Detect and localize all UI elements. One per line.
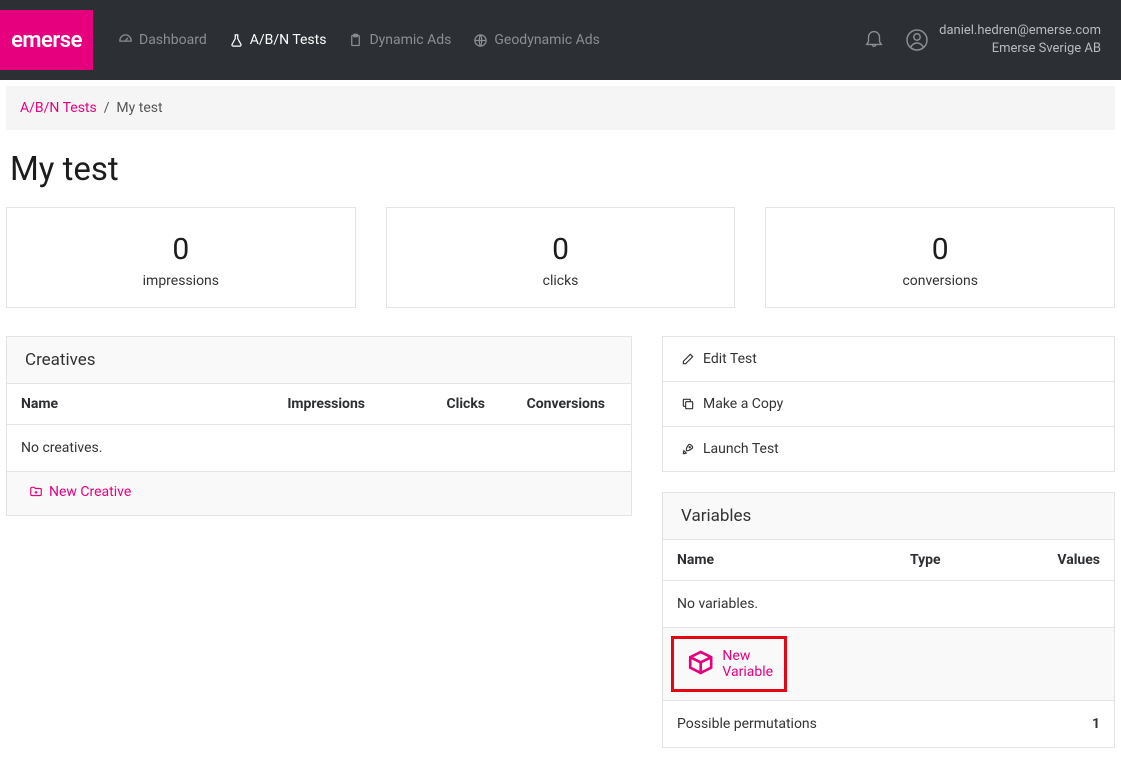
variables-table-head: Name Type Values	[663, 540, 1114, 581]
th-var-values: Values	[1030, 552, 1100, 568]
creatives-title: Creatives	[7, 337, 631, 384]
stat-conversions: 0 conversions	[765, 207, 1115, 308]
permutations-label: Possible permutations	[677, 716, 817, 732]
user-menu[interactable]: daniel.hedren@emerse.com Emerse Sverige …	[905, 22, 1101, 57]
flask-icon	[229, 33, 244, 48]
folder-plus-icon	[29, 485, 43, 499]
user-org: Emerse Sverige AB	[939, 40, 1101, 58]
launch-test-button[interactable]: Launch Test	[663, 427, 1114, 471]
new-variable-label: New Variable	[722, 648, 773, 680]
clipboard-icon	[348, 33, 363, 48]
gauge-icon	[118, 33, 133, 48]
breadcrumb: A/B/N Tests / My test	[6, 86, 1115, 130]
user-email: daniel.hedren@emerse.com	[939, 22, 1101, 40]
stat-value: 0	[397, 232, 725, 267]
bell-icon	[863, 27, 885, 49]
th-var-name: Name	[677, 552, 910, 568]
brand-logo[interactable]: emerse	[0, 10, 93, 70]
creatives-card: Creatives Name Impressions Clicks Conver…	[6, 336, 632, 516]
nav-dynamic-ads[interactable]: Dynamic Ads	[348, 32, 451, 48]
user-icon	[905, 28, 929, 52]
nav-label: Dashboard	[139, 32, 207, 48]
action-label: Make a Copy	[703, 396, 783, 412]
creatives-footer: New Creative	[7, 472, 631, 515]
variables-title: Variables	[663, 493, 1114, 540]
cube-plus-icon	[685, 648, 716, 679]
creatives-empty: No creatives.	[7, 425, 631, 472]
topbar-right: daniel.hedren@emerse.com Emerse Sverige …	[863, 22, 1101, 57]
breadcrumb-root[interactable]: A/B/N Tests	[20, 100, 97, 116]
notifications-button[interactable]	[863, 27, 885, 53]
stat-clicks: 0 clicks	[386, 207, 736, 308]
nav-label: Geodynamic Ads	[494, 32, 600, 48]
stat-label: clicks	[397, 273, 725, 289]
pencil-icon	[681, 352, 695, 366]
globe-icon	[473, 33, 488, 48]
breadcrumb-current: My test	[116, 100, 162, 116]
brand-text: emerse	[11, 28, 82, 53]
th-impressions: Impressions	[257, 396, 377, 412]
nav-abn-tests[interactable]: A/B/N Tests	[229, 32, 327, 48]
make-copy-button[interactable]: Make a Copy	[663, 382, 1114, 427]
topbar: emerse Dashboard A/B/N Tests Dynamic Ads…	[0, 0, 1121, 80]
th-clicks: Clicks	[377, 396, 497, 412]
nav-label: Dynamic Ads	[369, 32, 451, 48]
th-name: Name	[21, 396, 257, 412]
stat-impressions: 0 impressions	[6, 207, 356, 308]
stat-label: impressions	[17, 273, 345, 289]
nav-geodynamic-ads[interactable]: Geodynamic Ads	[473, 32, 600, 48]
breadcrumb-sep: /	[104, 100, 110, 116]
edit-test-button[interactable]: Edit Test	[663, 337, 1114, 382]
new-variable-button[interactable]: New Variable	[671, 636, 787, 692]
creatives-table-head: Name Impressions Clicks Conversions	[7, 384, 631, 425]
variables-footer: New Variable	[663, 628, 1114, 700]
stats-row: 0 impressions 0 clicks 0 conversions	[6, 207, 1115, 308]
page-title: My test	[6, 130, 1115, 207]
user-info: daniel.hedren@emerse.com Emerse Sverige …	[939, 22, 1101, 57]
variables-card: Variables Name Type Values No variables.…	[662, 492, 1115, 748]
page-content: A/B/N Tests / My test My test 0 impressi…	[0, 80, 1121, 774]
action-label: Launch Test	[703, 441, 779, 457]
new-creative-button[interactable]: New Creative	[29, 484, 131, 500]
copy-icon	[681, 397, 695, 411]
permutations-value: 1	[1092, 716, 1100, 732]
stat-value: 0	[17, 232, 345, 267]
left-column: Creatives Name Impressions Clicks Conver…	[6, 336, 632, 536]
main-nav: Dashboard A/B/N Tests Dynamic Ads Geodyn…	[118, 32, 600, 48]
action-label: Edit Test	[703, 351, 757, 367]
th-conversions: Conversions	[497, 396, 617, 412]
main-columns: Creatives Name Impressions Clicks Conver…	[6, 336, 1115, 768]
th-var-type: Type	[910, 552, 1030, 568]
new-creative-label: New Creative	[49, 484, 131, 500]
nav-dashboard[interactable]: Dashboard	[118, 32, 207, 48]
permutations-row: Possible permutations 1	[663, 700, 1114, 747]
rocket-icon	[681, 442, 695, 456]
variables-empty: No variables.	[663, 581, 1114, 628]
right-column: Edit Test Make a Copy Launch Test Variab…	[662, 336, 1115, 768]
nav-label: A/B/N Tests	[250, 32, 327, 48]
stat-label: conversions	[776, 273, 1104, 289]
stat-value: 0	[776, 232, 1104, 267]
test-actions-card: Edit Test Make a Copy Launch Test	[662, 336, 1115, 472]
